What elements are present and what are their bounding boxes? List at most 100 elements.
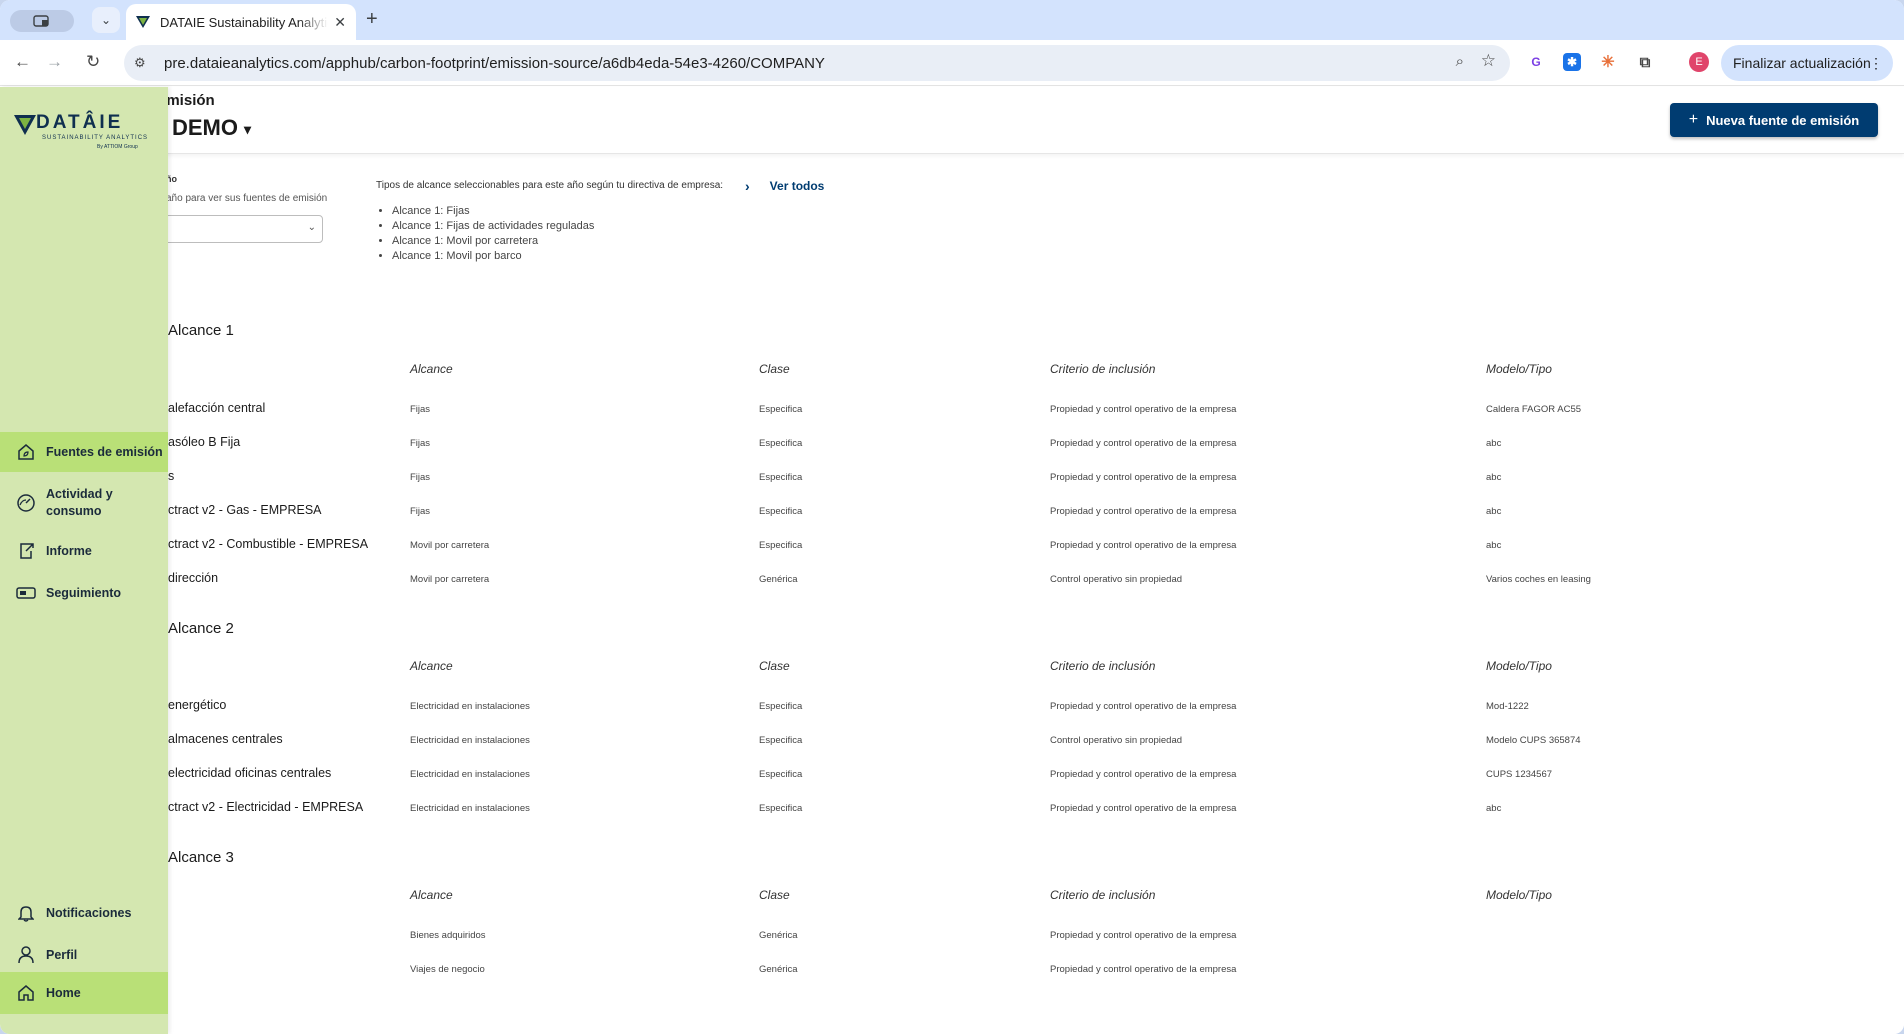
row-criterio: Propiedad y control operativo de la empr…	[1050, 404, 1237, 415]
column-header-alcance: Alcance	[410, 362, 453, 376]
sidebar-item-label: Notificaciones	[46, 906, 132, 920]
window-icon	[33, 15, 49, 27]
logo-mark-icon	[14, 115, 36, 135]
gauge-icon	[16, 493, 36, 513]
row-modelo: abc	[1486, 472, 1502, 483]
row-modelo: abc	[1486, 540, 1502, 551]
row-alcance: Movil por carretera	[410, 574, 490, 585]
row-alcance: Bienes adquiridos	[410, 930, 486, 941]
row-criterio: Propiedad y control operativo de la empr…	[1050, 769, 1237, 780]
row-modelo: Varios coches en leasing	[1486, 574, 1591, 585]
row-alcance: Fijas	[410, 438, 431, 449]
zoom-icon[interactable]: ⌕	[1456, 53, 1464, 70]
row-alcance: Electricidad en instalaciones	[410, 769, 530, 780]
browser-tab[interactable]: DATAIE Sustainability Analytics ✕	[126, 4, 356, 40]
row-name: electricidad oficinas centrales	[168, 766, 332, 780]
gear-extension-icon[interactable]: ✱	[1563, 53, 1581, 71]
section-title-alcance-1: Alcance 1	[168, 322, 234, 339]
row-clase: Especifica	[759, 472, 803, 483]
row-clase: Especifica	[759, 506, 803, 517]
row-clase: Genérica	[759, 964, 798, 975]
sidebar-item-informe[interactable]: Informe	[0, 534, 168, 568]
forward-arrow-icon[interactable]: →	[46, 52, 63, 72]
company-name: DEMO	[172, 115, 238, 140]
row-modelo: abc	[1486, 803, 1502, 814]
bookmark-star-icon[interactable]: ☆	[1481, 51, 1496, 71]
sidebar-item-perfil[interactable]: Perfil	[0, 938, 168, 972]
browser-toolbar: ← → ↻ ⚙ pre.dataieanalytics.com/apphub/c…	[0, 40, 1904, 86]
row-criterio: Propiedad y control operativo de la empr…	[1050, 930, 1237, 941]
row-alcance: Electricidad en instalaciones	[410, 735, 530, 746]
sidebar-item-fuentes[interactable]: Fuentes de emisión	[0, 432, 168, 472]
extensions-puzzle-icon[interactable]: ⧉	[1636, 53, 1654, 71]
row-clase: Especifica	[759, 438, 803, 449]
scope-type-item: Alcance 1: Movil por carretera	[392, 234, 594, 249]
year-filter-help: año para ver sus fuentes de emisión	[166, 193, 328, 204]
row-alcance: Fijas	[410, 404, 431, 415]
reload-icon[interactable]: ↻	[86, 52, 100, 72]
see-all-link[interactable]: › Ver todos	[745, 178, 824, 194]
browser-window: ⌄ DATAIE Sustainability Analytics ✕ + ← …	[0, 0, 1904, 1034]
logo-text: DATÂIE	[36, 112, 124, 133]
sidebar-item-notificaciones[interactable]: Notificaciones	[0, 896, 168, 930]
tab-search-button[interactable]: ⌄	[92, 7, 120, 33]
column-header-modelo: Modelo/Tipo	[1486, 888, 1552, 902]
column-header-alcance: Alcance	[410, 659, 453, 673]
row-name: ctract v2 - Electricidad - EMPRESA	[168, 800, 364, 814]
logo-by: By ATTIOM Group	[97, 144, 138, 150]
update-button-label: Finalizar actualización	[1733, 55, 1871, 71]
tab-title: DATAIE Sustainability Analytics	[160, 14, 329, 30]
more-vert-icon: ⋮	[1869, 54, 1883, 71]
sidebar-item-home[interactable]: Home	[0, 972, 168, 1014]
sidebar-item-label: Seguimiento	[46, 586, 122, 600]
chevron-down-icon: ▾	[244, 121, 252, 137]
row-name: ctract v2 - Combustible - EMPRESA	[168, 537, 369, 551]
dataie-logo[interactable]: DATÂIE SUSTAINABILITY ANALYTICS By ATTIO…	[14, 112, 154, 152]
row-criterio: Propiedad y control operativo de la empr…	[1050, 438, 1237, 449]
row-criterio: Control operativo sin propiedad	[1050, 574, 1183, 585]
sidebar-item-label: Informe	[46, 544, 92, 558]
row-modelo: CUPS 1234567	[1486, 769, 1553, 780]
new-emission-source-button[interactable]: + Nueva fuente de emisión	[1670, 103, 1878, 137]
row-modelo: Mod-1222	[1486, 701, 1529, 712]
close-icon[interactable]: ✕	[334, 14, 346, 31]
window-switcher-button[interactable]	[10, 10, 74, 32]
chevron-down-icon: ⌄	[307, 222, 316, 233]
row-name: almacenes centrales	[168, 732, 283, 746]
sidebar-item-actividad[interactable]: Actividad y consumo	[0, 480, 168, 526]
row-name: energético	[168, 698, 227, 712]
row-modelo: Caldera FAGOR AC55	[1486, 404, 1582, 415]
address-bar[interactable]: ⚙ pre.dataieanalytics.com/apphub/carbon-…	[124, 45, 1510, 81]
column-header-modelo: Modelo/Tipo	[1486, 362, 1552, 376]
row-alcance: Fijas	[410, 472, 431, 483]
back-arrow-icon[interactable]: ←	[14, 52, 31, 72]
row-alcance: Electricidad en instalaciones	[410, 803, 530, 814]
tracking-icon	[16, 586, 36, 600]
row-alcance: Fijas	[410, 506, 431, 517]
row-clase: Especifica	[759, 404, 803, 415]
row-criterio: Propiedad y control operativo de la empr…	[1050, 540, 1237, 551]
site-settings-icon[interactable]: ⚙	[134, 55, 156, 71]
row-alcance: Movil por carretera	[410, 540, 490, 551]
row-clase: Genérica	[759, 574, 798, 585]
column-header-criterio: Criterio de inclusión	[1050, 659, 1156, 673]
scope-type-item: Alcance 1: Fijas de actividades regulada…	[392, 219, 594, 234]
row-criterio: Propiedad y control operativo de la empr…	[1050, 701, 1237, 712]
url-text[interactable]: pre.dataieanalytics.com/apphub/carbon-fo…	[164, 55, 825, 72]
update-browser-button[interactable]: Finalizar actualización ⋮	[1721, 45, 1893, 81]
grammar-extension-icon[interactable]: G	[1527, 53, 1545, 71]
section-title-alcance-3: Alcance 3	[168, 849, 234, 866]
sidebar: DATÂIE SUSTAINABILITY ANALYTICS By ATTIO…	[0, 87, 168, 1034]
row-criterio: Propiedad y control operativo de la empr…	[1050, 803, 1237, 814]
row-criterio: Control operativo sin propiedad	[1050, 735, 1183, 746]
sidebar-item-seguimiento[interactable]: Seguimiento	[0, 576, 168, 610]
column-header-alcance: Alcance	[410, 888, 453, 902]
profile-avatar[interactable]: E	[1689, 52, 1709, 72]
row-clase: Especifica	[759, 735, 803, 746]
home-icon	[16, 984, 36, 1002]
new-tab-button[interactable]: +	[366, 8, 378, 31]
company-selector[interactable]: DEMO ▾	[172, 115, 251, 141]
scope-types-label: Tipos de alcance seleccionables para est…	[376, 180, 724, 191]
sparkle-extension-icon[interactable]: ✳	[1599, 53, 1617, 71]
scope-types-list: Alcance 1: Fijas Alcance 1: Fijas de act…	[392, 204, 594, 264]
